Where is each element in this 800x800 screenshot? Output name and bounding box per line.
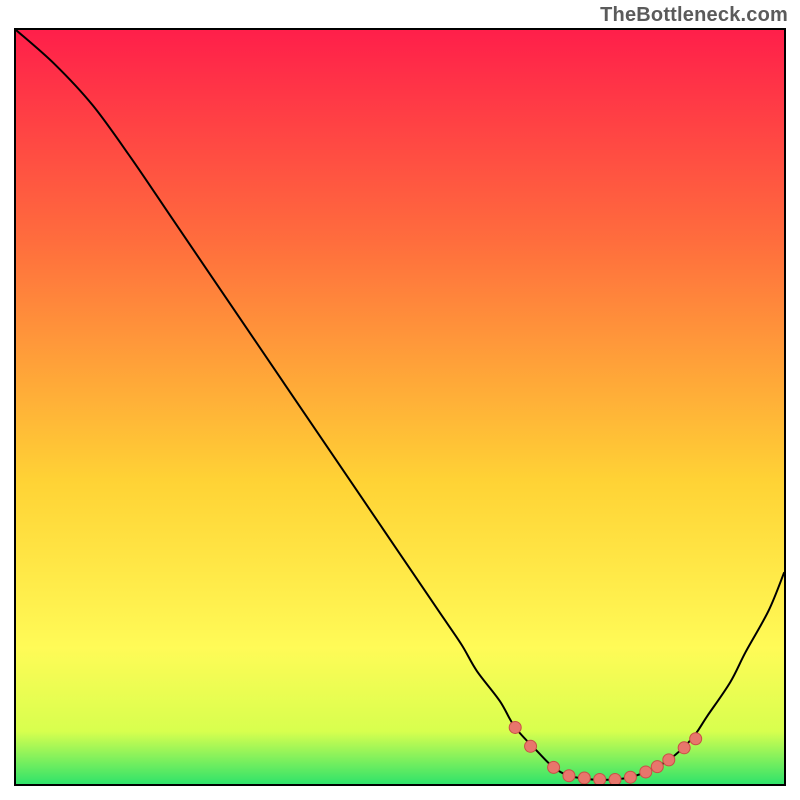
marker-dot xyxy=(563,770,575,782)
chart-svg xyxy=(16,30,784,784)
marker-dot xyxy=(678,742,690,754)
marker-dot xyxy=(525,740,537,752)
marker-dot xyxy=(548,761,560,773)
marker-dot xyxy=(609,773,621,784)
marker-dot xyxy=(640,766,652,778)
chart-frame: TheBottleneck.com xyxy=(0,0,800,800)
marker-dot xyxy=(578,772,590,784)
marker-dot xyxy=(594,773,606,784)
marker-dot xyxy=(509,721,521,733)
plot-area xyxy=(14,28,786,786)
marker-dot xyxy=(624,771,636,783)
gradient-background xyxy=(16,30,784,784)
marker-dot xyxy=(663,754,675,766)
marker-dot xyxy=(690,733,702,745)
watermark-text: TheBottleneck.com xyxy=(600,4,788,27)
marker-dot xyxy=(651,761,663,773)
